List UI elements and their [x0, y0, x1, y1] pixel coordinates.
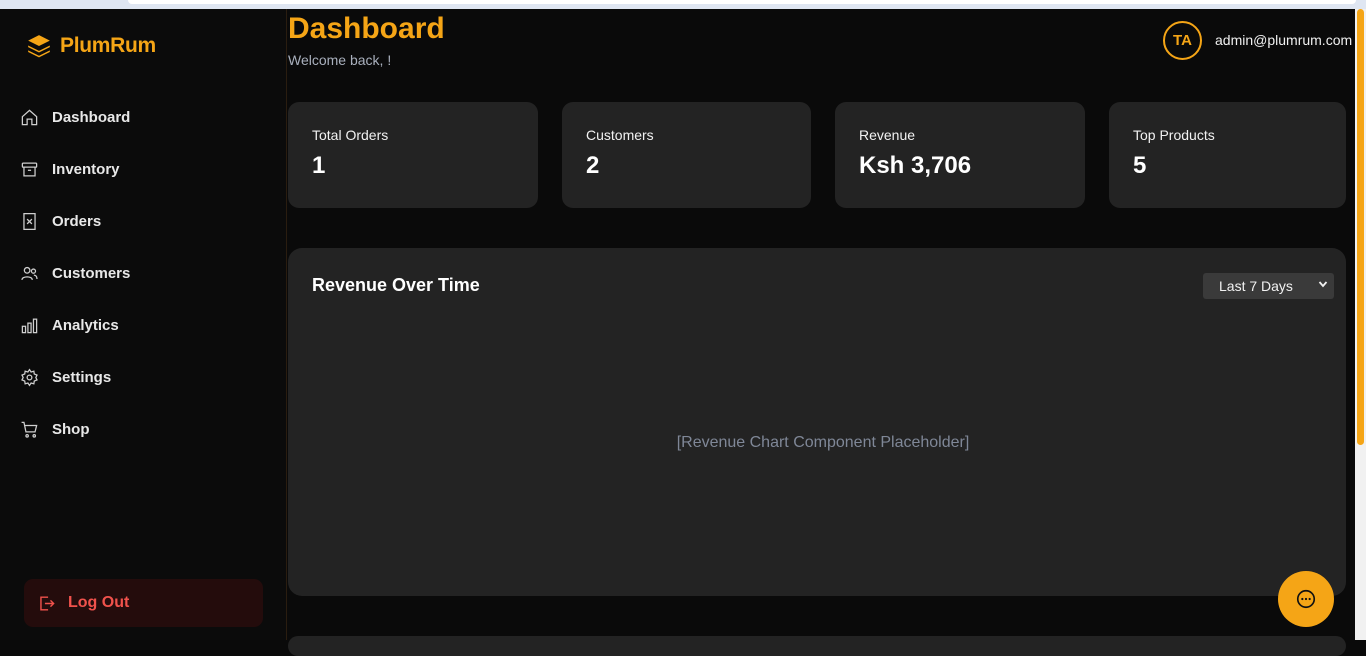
brand-name: PlumRum [60, 34, 156, 57]
sidebar-item-label: Shop [52, 420, 90, 438]
chevron-down-icon [1318, 281, 1328, 288]
archive-icon [21, 162, 38, 176]
stat-label: Customers [586, 127, 654, 143]
gear-icon [21, 367, 38, 387]
sidebar-item-inventory[interactable]: Inventory [0, 143, 287, 195]
date-range-value: Last 7 Days [1219, 278, 1293, 294]
next-card-edge [288, 636, 1346, 656]
main-content: Dashboard Welcome back, ! TA admin@plumr… [288, 9, 1355, 656]
stat-label: Revenue [859, 127, 916, 143]
page-scrollbar[interactable] [1355, 9, 1366, 640]
sidebar-item-label: Inventory [52, 160, 120, 178]
sidebar-item-label: Orders [52, 212, 102, 230]
scrollbar-thumb[interactable] [1357, 9, 1364, 445]
browser-top-strip [0, 0, 1366, 9]
stat-card-top-products: Top Products 5 [1109, 102, 1346, 208]
sidebar-item-shop[interactable]: Shop [0, 403, 287, 455]
sidebar-item-label: Analytics [52, 316, 119, 334]
page-title: Dashboard [288, 12, 445, 45]
stat-card-customers: Customers 2 [562, 102, 811, 208]
stat-label: Total Orders [312, 127, 389, 143]
sidebar-item-settings[interactable]: Settings [0, 351, 287, 403]
sidebar: PlumRum Dashboard Inventory Orders Custo… [0, 9, 287, 640]
users-icon [21, 266, 38, 280]
layers-icon [28, 35, 50, 58]
avatar[interactable]: TA [1163, 21, 1202, 60]
cart-icon [21, 421, 38, 438]
sidebar-nav: Dashboard Inventory Orders Customers Ana… [0, 91, 287, 455]
chat-bubble-icon [1296, 589, 1316, 609]
sidebar-item-customers[interactable]: Customers [0, 247, 287, 299]
logout-icon [40, 595, 55, 611]
logout-button[interactable]: Log Out [24, 579, 263, 627]
receipt-icon [23, 212, 36, 230]
stat-card-revenue: Revenue Ksh 3,706 [835, 102, 1085, 208]
user-email: admin@plumrum.com [1215, 32, 1353, 48]
sidebar-item-label: Dashboard [52, 108, 131, 126]
chart-title: Revenue Over Time [312, 275, 480, 295]
logout-label: Log Out [68, 594, 130, 611]
stat-label: Top Products [1133, 127, 1215, 143]
welcome-message: Welcome back, ! [288, 52, 392, 68]
stat-value: 5 [1133, 152, 1147, 179]
brand-logo[interactable]: PlumRum [26, 33, 156, 59]
stat-card-total-orders: Total Orders 1 [288, 102, 538, 208]
home-icon [21, 109, 38, 125]
sidebar-item-label: Settings [52, 368, 112, 386]
stat-value: 2 [586, 152, 600, 179]
browser-address-bar[interactable] [128, 0, 1356, 4]
revenue-chart-card: Revenue Over Time Last 7 Days [Revenue C… [288, 248, 1346, 596]
date-range-select[interactable]: Last 7 Days [1203, 273, 1334, 299]
stat-value: 1 [312, 152, 326, 179]
bar-chart-icon [21, 318, 38, 333]
chat-button[interactable] [1278, 571, 1334, 627]
sidebar-item-dashboard[interactable]: Dashboard [0, 91, 287, 143]
sidebar-item-analytics[interactable]: Analytics [0, 299, 287, 351]
sidebar-item-orders[interactable]: Orders [0, 195, 287, 247]
stat-value: Ksh 3,706 [859, 152, 972, 179]
sidebar-item-label: Customers [52, 264, 131, 282]
chart-placeholder: [Revenue Chart Component Placeholder] [676, 434, 970, 451]
